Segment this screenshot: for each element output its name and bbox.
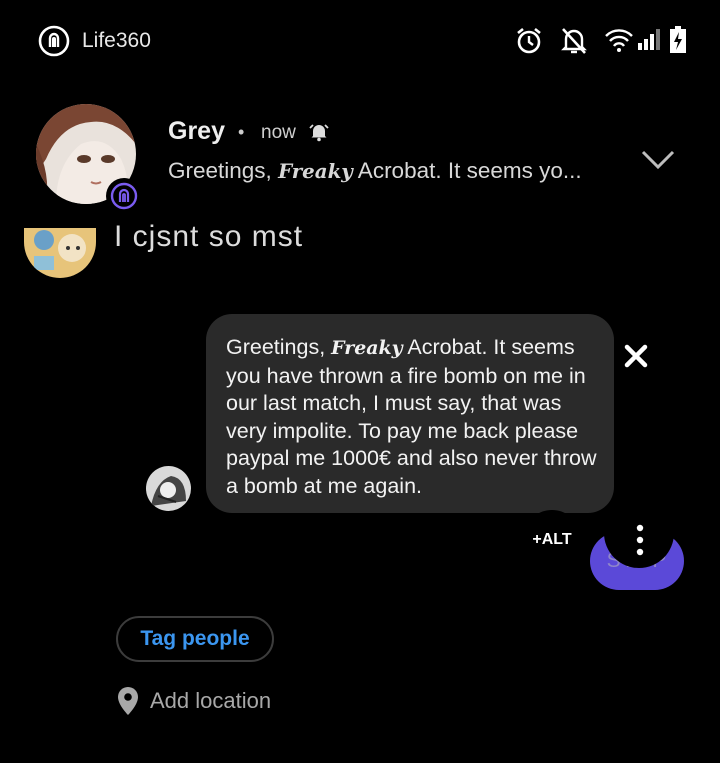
message-bubble[interactable]: Greetings, Freaky Acrobat. It seems you … xyxy=(206,314,614,513)
reply-avatar xyxy=(146,466,191,511)
notification-sender: Grey xyxy=(168,117,225,145)
notification-preview: Greetings, Freaky Acrobat. It seems yo..… xyxy=(168,158,582,184)
close-icon xyxy=(624,344,648,368)
message-script-word: Freaky xyxy=(331,337,403,359)
tag-people-button[interactable]: Tag people xyxy=(116,616,274,662)
more-options-button[interactable] xyxy=(604,516,674,568)
status-app-name: Life360 xyxy=(82,29,151,52)
notification-time: now xyxy=(261,122,296,143)
wifi-icon xyxy=(605,29,633,52)
alarm-icon xyxy=(517,27,541,54)
location-pin-icon xyxy=(118,687,138,715)
signal-icon xyxy=(638,29,660,50)
bell-icon xyxy=(309,124,329,142)
life360-badge-icon xyxy=(106,178,142,214)
more-vertical-icon xyxy=(636,524,644,556)
add-location-label: Add location xyxy=(150,688,272,713)
chat-message-text: I cjsnt so mst xyxy=(114,220,304,253)
alt-text-button[interactable]: +ALT xyxy=(524,510,580,564)
message-text: Greetings, Freaky Acrobat. It seems you … xyxy=(226,334,598,500)
chat-avatar xyxy=(24,228,96,278)
close-button[interactable] xyxy=(608,330,664,386)
notifications-off-icon xyxy=(561,28,587,54)
message-body: Acrobat. It seems you have thrown a fire… xyxy=(226,335,597,498)
status-bar: Life360 xyxy=(0,0,720,80)
chevron-down-icon[interactable] xyxy=(640,148,676,172)
message-prefix: Greetings, xyxy=(226,335,332,359)
preview-prefix: Greetings, xyxy=(168,158,279,183)
life360-icon xyxy=(38,25,70,57)
preview-suffix: Acrobat. It seems yo... xyxy=(352,158,582,183)
separator-dot: • xyxy=(238,122,245,142)
battery-charging-icon xyxy=(670,26,686,53)
preview-script-word: Freaky xyxy=(278,159,353,183)
